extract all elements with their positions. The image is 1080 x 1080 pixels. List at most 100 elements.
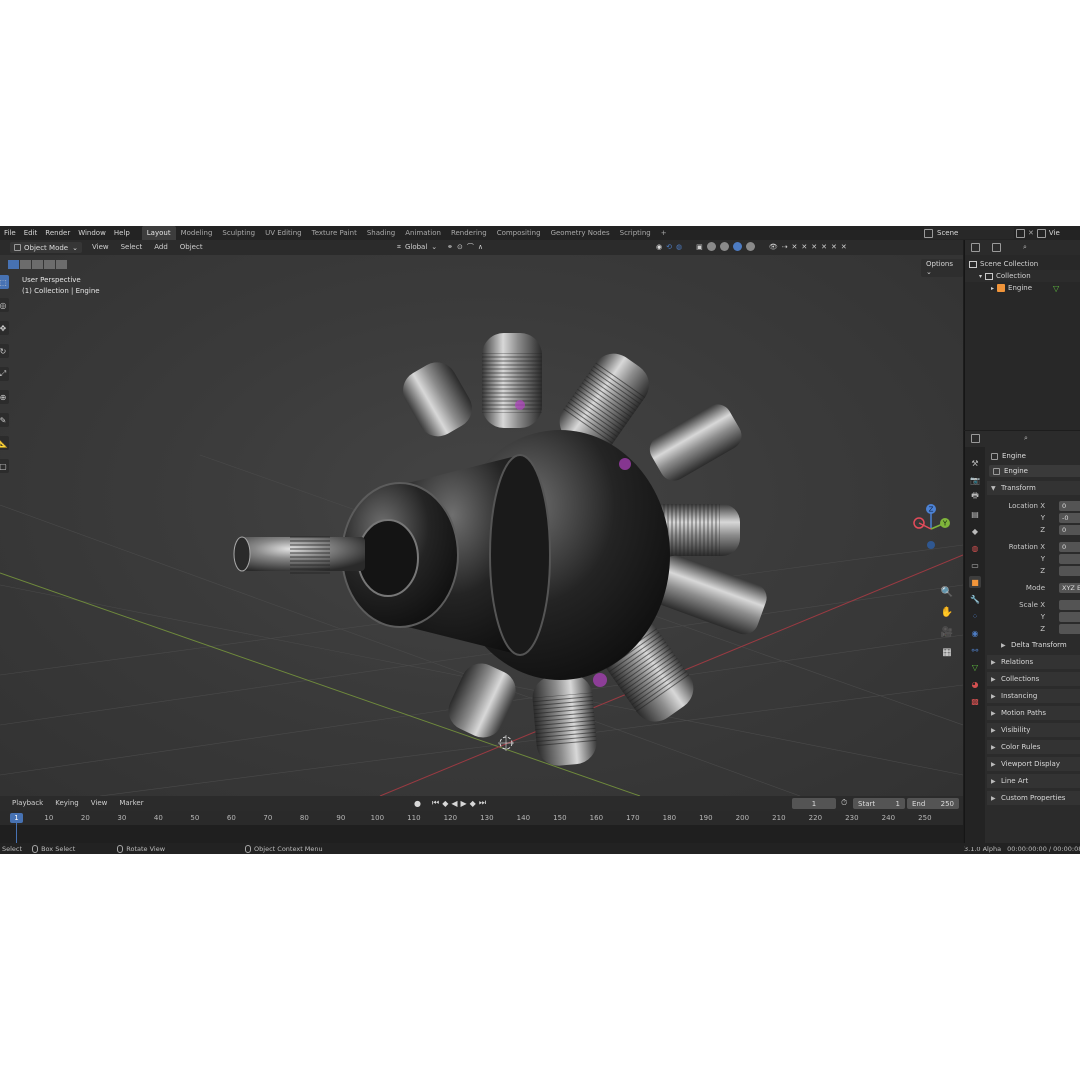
next-keyframe-icon[interactable]: ◆ — [470, 799, 476, 808]
data-tab-icon[interactable]: ▽ — [969, 661, 981, 673]
transform-orientation[interactable]: ⌗ Global ⌄ ⚭ ⊙ ⌒ ∧ — [397, 242, 483, 252]
viewport-menu-view[interactable]: View — [86, 240, 115, 255]
expand-arrow-icon[interactable]: ▾ — [979, 273, 982, 280]
tab-animation[interactable]: Animation — [400, 226, 446, 240]
close-icon[interactable]: ✕ — [1028, 229, 1034, 237]
play-icon[interactable]: ▶ — [461, 799, 467, 808]
constraints-tab-icon[interactable]: ⚯ — [969, 644, 981, 656]
panel-viewport-display[interactable]: ▶ Viewport Display — [987, 757, 1080, 771]
timeline-menu-marker[interactable]: Marker — [113, 796, 149, 811]
timeline-ruler[interactable]: 10 20 30 40 50 60 70 80 90 100 110 120 130 140 150 160 1… — [0, 811, 963, 825]
xray-icon[interactable]: ▣ — [696, 243, 703, 251]
scale-x-field[interactable] — [1059, 600, 1080, 610]
cursor-tool-icon[interactable]: ◎ — [0, 298, 9, 312]
scale-z-field[interactable] — [1059, 624, 1080, 634]
search-icon[interactable]: ⌕ — [1023, 243, 1027, 252]
rotation-z-field[interactable] — [1059, 566, 1080, 576]
panel-visibility[interactable]: ▶ Visibility — [987, 723, 1080, 737]
pivot-icon[interactable]: ⚭ — [447, 243, 453, 251]
properties-editor-icon[interactable] — [971, 434, 980, 443]
jump-start-icon[interactable]: ⏮ — [432, 798, 439, 808]
material-tab-icon[interactable]: ◕ — [969, 678, 981, 690]
physics-tab-icon[interactable]: ◉ — [969, 627, 981, 639]
ortho-grid-icon[interactable]: ▦ — [940, 645, 954, 659]
object-name-field[interactable]: Engine — [989, 465, 1080, 477]
scale-tool-icon[interactable]: ⤢ — [0, 367, 9, 381]
tab-scripting[interactable]: Scripting — [615, 226, 656, 240]
timeline-menu-playback[interactable]: Playback — [6, 796, 49, 811]
overlay-toggle-icon[interactable]: ◍ — [676, 243, 682, 251]
tab-compositing[interactable]: Compositing — [492, 226, 546, 240]
restrict-icon-5[interactable]: ✕ — [831, 243, 837, 251]
measure-tool-icon[interactable]: 📐 — [0, 436, 9, 450]
location-z-field[interactable]: 0 — [1059, 525, 1080, 535]
menu-window[interactable]: Window — [74, 226, 110, 240]
viewport-menu-select[interactable]: Select — [115, 240, 149, 255]
view-layer-tab-icon[interactable]: ▤ — [969, 508, 981, 520]
copy-icon[interactable] — [1016, 228, 1025, 238]
particles-tab-icon[interactable]: ⁘ — [969, 610, 981, 622]
tab-rendering[interactable]: Rendering — [446, 226, 492, 240]
menu-render[interactable]: Render — [41, 226, 74, 240]
tab-uv-editing[interactable]: UV Editing — [260, 226, 307, 240]
rotate-tool-icon[interactable]: ↻ — [0, 344, 9, 358]
object-tab-icon[interactable]: ■ — [969, 576, 981, 588]
mesh-data-icon[interactable]: ▽ — [1053, 284, 1059, 293]
move-tool-icon[interactable]: ✥ — [0, 321, 9, 335]
output-tab-icon[interactable]: 🖶 — [969, 491, 981, 503]
start-frame-field[interactable]: Start 1 — [853, 798, 905, 809]
timeline[interactable]: 10 20 30 40 50 60 70 80 90 100 110 120 130 140 150 160 1… — [0, 811, 963, 843]
select-invert-icon[interactable] — [44, 260, 55, 269]
panel-collections[interactable]: ▶ Collections — [987, 672, 1080, 686]
tab-texture-paint[interactable]: Texture Paint — [307, 226, 362, 240]
timeline-menu-view[interactable]: View — [85, 796, 114, 811]
location-y-field[interactable]: -0 — [1059, 513, 1080, 523]
scene-tab-icon[interactable]: ◆ — [969, 525, 981, 537]
add-workspace-button[interactable]: + — [656, 226, 672, 240]
tab-modeling[interactable]: Modeling — [176, 226, 218, 240]
location-x-field[interactable]: 0 — [1059, 501, 1080, 511]
select-extend-icon[interactable] — [20, 260, 31, 269]
current-frame-field[interactable]: 1 — [792, 798, 836, 809]
end-frame-field[interactable]: End 250 — [907, 798, 959, 809]
menu-help[interactable]: Help — [110, 226, 134, 240]
rendered-shading-icon[interactable] — [745, 242, 755, 251]
panel-custom-properties[interactable]: ▶ Custom Properties — [987, 791, 1080, 805]
scale-y-field[interactable] — [1059, 612, 1080, 622]
panel-color-rules[interactable]: ▶ Color Rules — [987, 740, 1080, 754]
solid-shading-icon[interactable] — [719, 242, 729, 251]
search-icon[interactable]: ⌕ — [1024, 434, 1028, 443]
material-shading-icon[interactable] — [732, 242, 742, 251]
engine-model[interactable] — [233, 333, 771, 767]
modifier-tab-icon[interactable]: 🔧 — [969, 593, 981, 605]
restrict-icon-6[interactable]: ✕ — [841, 243, 847, 251]
cursor-filter-icon[interactable]: ⇢ — [782, 243, 788, 251]
tab-shading[interactable]: Shading — [362, 226, 400, 240]
annotate-tool-icon[interactable]: ✎ — [0, 413, 9, 427]
proportional-edit-icon[interactable]: ⌒ — [467, 242, 474, 252]
navigation-gizmo[interactable]: Z Y — [912, 503, 958, 561]
collection-tab-icon[interactable]: ▭ — [969, 559, 981, 571]
view-layer-selector[interactable]: ✕ Vie — [1016, 227, 1080, 239]
wireframe-shading-icon[interactable] — [706, 242, 716, 251]
stopwatch-icon[interactable]: ⏱ — [841, 798, 847, 808]
tab-layout[interactable]: Layout — [141, 226, 176, 240]
eye-icon[interactable]: 👁 — [769, 243, 778, 251]
select-intersect-icon[interactable] — [56, 260, 67, 269]
panel-transform[interactable]: ▼ Transform — [987, 481, 1080, 495]
prev-keyframe-icon[interactable]: ◆ — [442, 799, 448, 808]
add-cube-tool-icon[interactable]: ▢ — [0, 459, 9, 473]
outliner-row-scene-collection[interactable]: Scene Collection — [965, 258, 1080, 270]
restrict-icon-3[interactable]: ✕ — [811, 243, 817, 251]
restrict-icon-2[interactable]: ✕ — [801, 243, 807, 251]
tool-tab-icon[interactable]: ⚒ — [969, 457, 981, 469]
render-tab-icon[interactable]: 📷 — [969, 474, 981, 486]
falloff-icon[interactable]: ∧ — [478, 243, 483, 251]
playhead[interactable]: 1 — [10, 813, 23, 823]
viewport-menu-add[interactable]: Add — [148, 240, 174, 255]
tab-sculpting[interactable]: Sculpting — [217, 226, 260, 240]
mode-dropdown[interactable]: Object Mode ⌄ — [10, 242, 82, 253]
timeline-menu-keying[interactable]: Keying — [49, 796, 85, 811]
tab-geometry-nodes[interactable]: Geometry Nodes — [546, 226, 615, 240]
panel-instancing[interactable]: ▶ Instancing — [987, 689, 1080, 703]
